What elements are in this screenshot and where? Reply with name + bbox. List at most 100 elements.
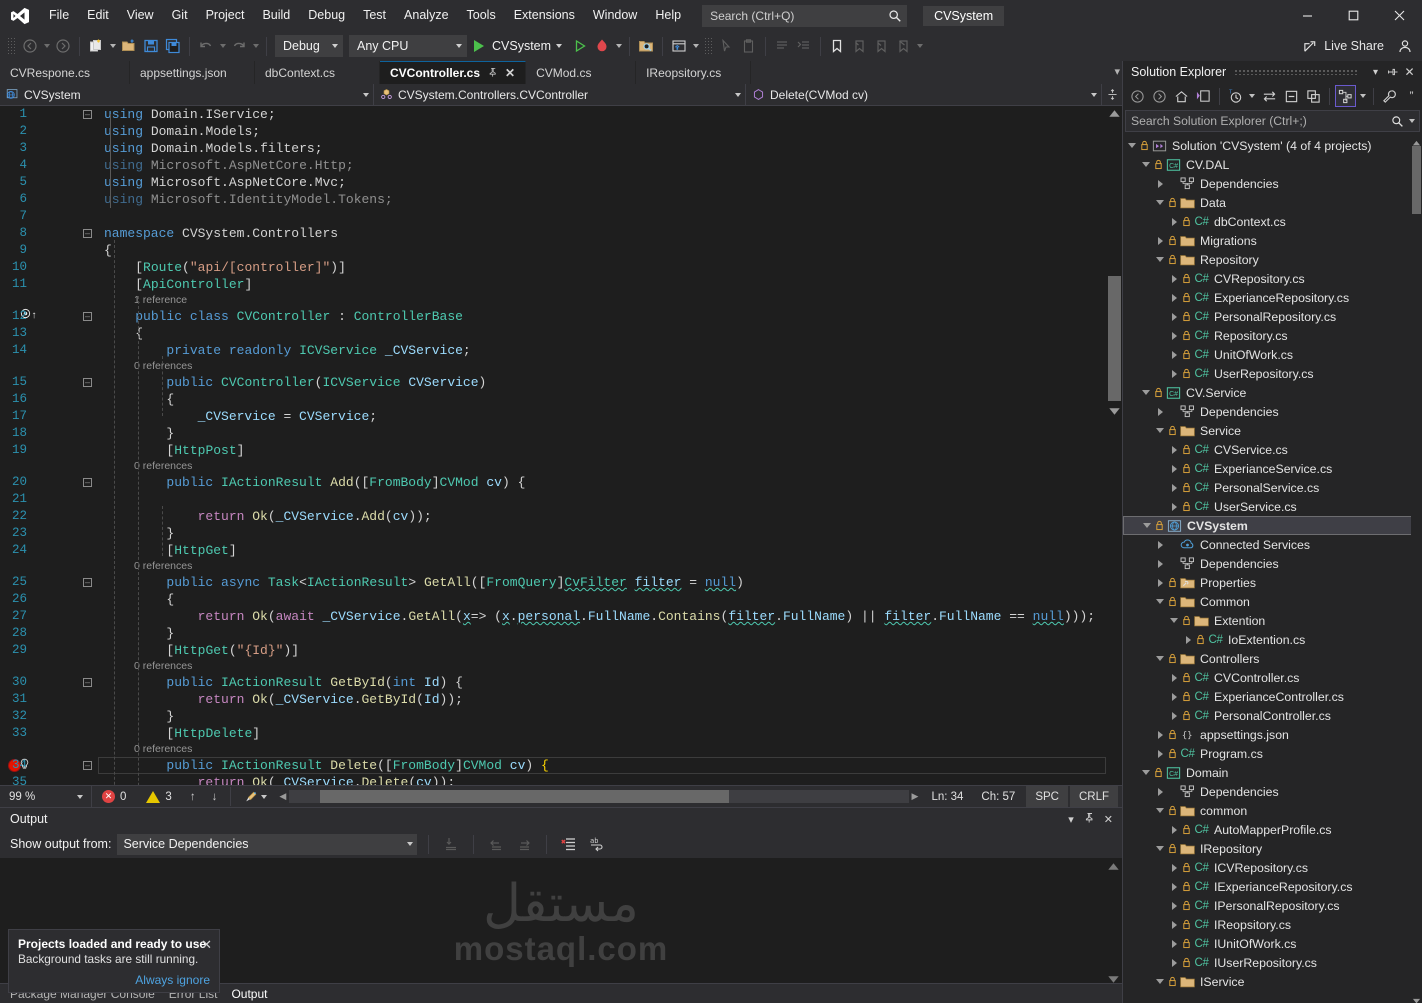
code-line[interactable]: using Domain.IService; <box>98 106 1106 123</box>
navbar-member-combo[interactable]: Delete(CVMod cv) <box>746 83 1102 106</box>
tree-item-userrepository-cs[interactable]: C# UserRepository.cs <box>1123 364 1422 383</box>
twisty-collapsed-icon[interactable] <box>1153 578 1167 587</box>
twisty-collapsed-icon[interactable] <box>1167 274 1181 283</box>
navigate-back-dropdown[interactable] <box>41 34 52 58</box>
code-lens-reference[interactable]: 0 references <box>98 659 192 674</box>
fold-toggle[interactable]: – <box>83 229 92 238</box>
navigate-forward-button[interactable] <box>52 34 74 58</box>
twisty-collapsed-icon[interactable] <box>1153 749 1167 758</box>
tree-item-userservice-cs[interactable]: C# UserService.cs <box>1123 497 1422 516</box>
code-line[interactable]: return Ok(_CVService.Delete(cv)); <box>98 774 1106 785</box>
hscroll-track[interactable] <box>289 790 909 803</box>
tab-cvcontroller-cs[interactable]: CVController.cs ✕ <box>380 61 527 84</box>
se-scrollbar[interactable] <box>1411 134 1422 1003</box>
solution-configuration-combo[interactable]: Debug <box>275 35 343 57</box>
tree-item-experianceservice-cs[interactable]: C# ExperianceService.cs <box>1123 459 1422 478</box>
close-icon[interactable]: ✕ <box>1401 64 1418 81</box>
zoom-level-combo[interactable]: 99 % <box>0 785 92 808</box>
menu-extensions[interactable]: Extensions <box>505 0 584 31</box>
tree-item-unitofwork-cs[interactable]: C# UnitOfWork.cs <box>1123 345 1422 364</box>
find-in-files-button[interactable] <box>635 34 657 58</box>
editor-vertical-scrollbar[interactable] <box>1106 106 1122 785</box>
se-overflow-button[interactable]: ” <box>1401 85 1422 107</box>
tree-item-dependencies[interactable]: Dependencies <box>1123 174 1422 193</box>
fold-toggle[interactable]: – <box>83 678 92 687</box>
tree-item-personalservice-cs[interactable]: C# PersonalService.cs <box>1123 478 1422 497</box>
tree-item-dependencies[interactable]: Dependencies <box>1123 554 1422 573</box>
menu-debug[interactable]: Debug <box>299 0 354 31</box>
code-line[interactable]: public class CVController : ControllerBa… <box>98 308 1106 325</box>
code-lens-reference[interactable]: 0 references <box>98 742 192 757</box>
menu-view[interactable]: View <box>118 0 163 31</box>
code-line[interactable]: private readonly ICVService _CVService; <box>98 342 1106 359</box>
twisty-collapsed-icon[interactable] <box>1167 217 1181 226</box>
tree-item-cv-service[interactable]: C# CV.Service <box>1123 383 1422 402</box>
editor-horizontal-scrollbar[interactable]: ◀ ▶ <box>275 790 922 803</box>
se-pending-changes-button[interactable] <box>1193 85 1214 107</box>
code-lens-reference[interactable]: 0 references <box>98 359 192 374</box>
twisty-collapsed-icon[interactable] <box>1167 692 1181 701</box>
tab-list-chevron-icon[interactable]: ▾ <box>1114 65 1120 78</box>
menu-git[interactable]: Git <box>163 0 197 31</box>
tree-item-iuserrepository-cs[interactable]: C# IUserRepository.cs <box>1123 953 1422 972</box>
code-surface[interactable]: using Domain.IService; using Domain.Model… <box>98 106 1106 785</box>
output-scroll-up-icon[interactable] <box>1107 860 1120 870</box>
twisty-collapsed-icon[interactable] <box>1167 312 1181 321</box>
twisty-collapsed-icon[interactable] <box>1167 483 1181 492</box>
tree-item-extention[interactable]: Extention <box>1123 611 1422 630</box>
chevron-down-icon[interactable] <box>556 44 563 48</box>
tree-item-ipersonalrepository-cs[interactable]: C# IPersonalRepository.cs <box>1123 896 1422 915</box>
code-line[interactable]: { <box>98 591 1106 608</box>
scrollbar-thumb[interactable] <box>1108 276 1121 401</box>
code-line[interactable]: using Microsoft.AspNetCore.Http; <box>98 157 1106 174</box>
tab-cvrespone-cs[interactable]: CVRespone.cs <box>0 61 130 84</box>
go-to-prev-button[interactable] <box>485 832 507 856</box>
tree-item-common[interactable]: Common <box>1123 592 1422 611</box>
menu-file[interactable]: File <box>40 0 78 31</box>
twisty-collapsed-icon[interactable] <box>1167 331 1181 340</box>
find-message-button[interactable] <box>440 832 462 856</box>
redo-dropdown[interactable] <box>250 34 261 58</box>
warning-summary[interactable]: 3 <box>136 790 181 803</box>
tree-item-connected-services[interactable]: Connected Services <box>1123 535 1422 554</box>
code-line[interactable]: public IActionResult Delete([FromBody]CV… <box>98 757 1106 774</box>
tree-item-data[interactable]: Data <box>1123 193 1422 212</box>
word-wrap-button[interactable]: ab <box>586 832 608 856</box>
twisty-collapsed-icon[interactable] <box>1167 711 1181 720</box>
output-scroll-down-icon[interactable] <box>1107 973 1120 983</box>
tree-item-cvcontroller-cs[interactable]: C# CVController.cs <box>1123 668 1422 687</box>
tree-item-cvservice-cs[interactable]: C# CVService.cs <box>1123 440 1422 459</box>
arrow-down-icon[interactable]: ↓ <box>212 791 218 803</box>
tree-item-ireopsitory-cs[interactable]: C# IReopsitory.cs <box>1123 915 1422 934</box>
code-line[interactable]: [HttpDelete] <box>98 725 1106 742</box>
twisty-collapsed-icon[interactable] <box>1167 958 1181 967</box>
fold-toggle[interactable]: – <box>83 110 92 119</box>
code-line[interactable]: public IActionResult GetById(int Id) { <box>98 674 1106 691</box>
new-project-dropdown[interactable] <box>107 34 118 58</box>
pin-icon[interactable] <box>1384 64 1401 81</box>
se-scrollbar-thumb[interactable] <box>1412 146 1421 214</box>
code-line[interactable]: _CVService = CVService; <box>98 408 1106 425</box>
twisty-expanded-icon[interactable] <box>1140 523 1154 528</box>
start-without-debugging-button[interactable] <box>569 34 591 58</box>
twisty-collapsed-icon[interactable] <box>1167 445 1181 454</box>
twisty-expanded-icon[interactable] <box>1139 390 1153 395</box>
se-sync-button[interactable] <box>1259 85 1280 107</box>
prev-bookmark-button[interactable] <box>848 34 870 58</box>
se-back-button[interactable] <box>1127 85 1148 107</box>
lightbulb-icon[interactable] <box>18 758 31 775</box>
menu-build[interactable]: Build <box>253 0 299 31</box>
chevron-down-icon[interactable]: ▾ <box>1367 64 1384 81</box>
split-view-button[interactable] <box>1102 88 1122 101</box>
new-project-button[interactable] <box>85 34 107 58</box>
tree-item-common[interactable]: common <box>1123 801 1422 820</box>
tree-item-program-cs[interactable]: C# Program.cs <box>1123 744 1422 763</box>
code-editor[interactable]: ↑ 1 2 3 4 5 6 7 8 9 10 11 12 13 14 15 16 17 18 19 20 21 22 23 2… <box>0 106 1122 785</box>
toolbar-grip[interactable] <box>7 37 16 55</box>
navbar-type-combo[interactable]: CVSystem.Controllers.CVController <box>374 83 746 106</box>
global-search-input[interactable]: Search (Ctrl+Q) <box>702 4 908 27</box>
twisty-collapsed-icon[interactable] <box>1153 559 1167 568</box>
close-icon[interactable]: ✕ <box>505 66 515 80</box>
window-layout-button[interactable] <box>668 34 690 58</box>
twisty-expanded-icon[interactable] <box>1153 979 1167 984</box>
